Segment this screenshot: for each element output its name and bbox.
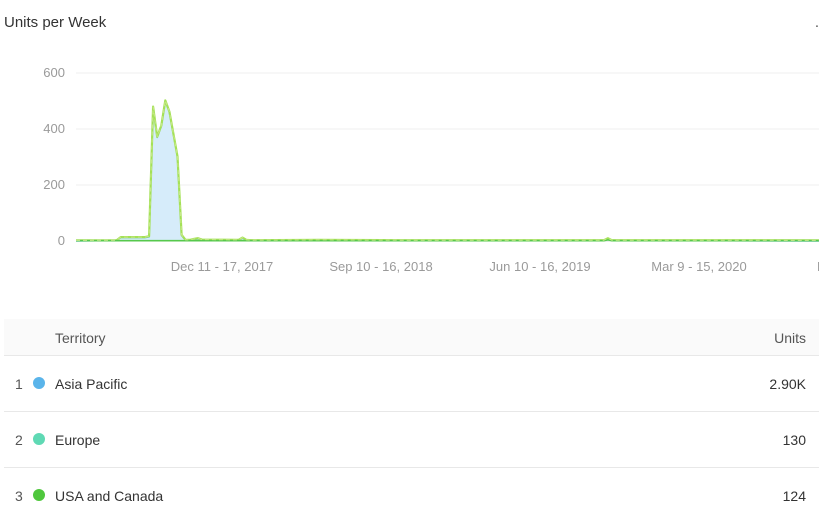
- x-tick-label: Sep 10 - 16, 2018: [329, 259, 432, 274]
- table-row[interactable]: 2 Europe 130: [4, 412, 819, 468]
- series-line-total-dash: [75, 98, 819, 241]
- row-territory: USA and Canada: [55, 488, 164, 504]
- y-tick-label: 200: [43, 177, 65, 192]
- series-color-dot: [33, 433, 45, 445]
- table-header: Territory Units: [4, 319, 819, 356]
- series-area-asia-pacific: [76, 101, 819, 241]
- x-tick-label: Dec 11 - 17, 2017: [171, 259, 273, 274]
- row-territory: Asia Pacific: [55, 376, 128, 392]
- units-per-week-panel: Units per Week . 600 400 200 0 Dec 11 - 17, …: [0, 0, 819, 511]
- x-tick-label: Jun 10 - 16, 2019: [489, 259, 590, 274]
- row-rank: 1: [15, 376, 23, 392]
- row-units: 130: [782, 432, 806, 448]
- y-tick-label: 600: [43, 65, 65, 80]
- row-units: 124: [782, 488, 806, 504]
- series-color-dot: [33, 377, 45, 389]
- table-row[interactable]: 1 Asia Pacific 2.90K: [4, 356, 819, 412]
- units-chart: 600 400 200 0 Dec 11 - 17, 2017 Sep 10 - 16, …: [43, 65, 819, 274]
- row-units: 2.90K: [769, 376, 806, 392]
- column-header-units[interactable]: Units: [774, 330, 806, 346]
- series-line-total: [75, 99, 819, 242]
- table-row[interactable]: 3 USA and Canada 124: [4, 468, 819, 511]
- column-header-territory[interactable]: Territory: [55, 330, 106, 346]
- row-territory: Europe: [55, 432, 101, 448]
- row-rank: 2: [15, 432, 23, 448]
- y-tick-label: 0: [58, 233, 65, 248]
- territory-table: Territory Units 1 Asia Pacific 2.90K 2 E…: [4, 319, 819, 511]
- y-tick-label: 400: [43, 121, 65, 136]
- series-color-dot: [33, 489, 45, 501]
- series-line-asia-pacific: [75, 100, 819, 242]
- row-rank: 3: [15, 488, 23, 504]
- x-tick-label: Mar 9 - 15, 2020: [651, 259, 746, 274]
